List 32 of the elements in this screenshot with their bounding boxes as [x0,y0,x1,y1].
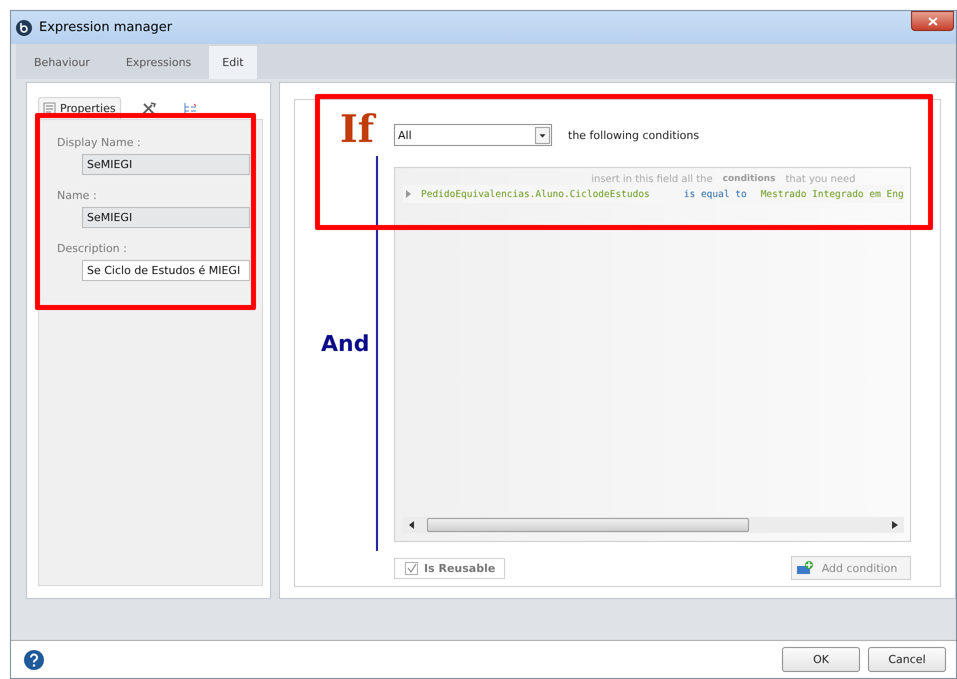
condition-operator: is equal to [684,188,747,200]
quantifier-label: the following conditions [568,128,700,142]
scroll-right-icon[interactable] [892,521,898,529]
close-icon [928,16,938,26]
field-label: Description : [57,242,128,255]
and-label: And [321,332,370,357]
tab[interactable]: Behaviour [16,46,108,79]
horizontal-scrollbar[interactable] [403,517,904,533]
tab[interactable]: Edit [209,46,257,79]
document-icon [43,102,57,116]
app-logo-icon [15,18,33,36]
condition-row[interactable]: PedidoEquivalencias.Aluno.CiclodeEstudos is equal to Mestrado Integrado em Eng [403,185,904,203]
window-title: Expression manager [39,20,174,35]
dialog-button[interactable]: Cancel [868,647,946,672]
condition-value: Mestrado Integrado em Eng [760,188,904,200]
tab[interactable]: Expressions [108,46,210,79]
scroll-left-icon[interactable] [409,521,415,529]
field-label: Display Name : [57,136,142,149]
help-icon[interactable] [23,648,45,670]
hint-text: conditions [722,174,776,185]
hint-text: that you need [785,174,856,185]
if-label: If [340,108,374,150]
quantifier-dropdown[interactable]: All [394,124,552,146]
checkbox-label: Is Reusable [424,562,496,574]
hint-text: insert in this field all the [591,174,713,185]
text-field[interactable]: Se Ciclo de Estudos é MIEGI [82,260,250,281]
add-icon [796,560,814,576]
condition-field: PedidoEquivalencias.Aluno.CiclodeEstudos [421,188,650,200]
close-button[interactable] [911,11,954,31]
field-label: Name : [57,189,98,202]
caret-icon [535,126,550,144]
dialog-button[interactable]: OK [782,647,860,672]
